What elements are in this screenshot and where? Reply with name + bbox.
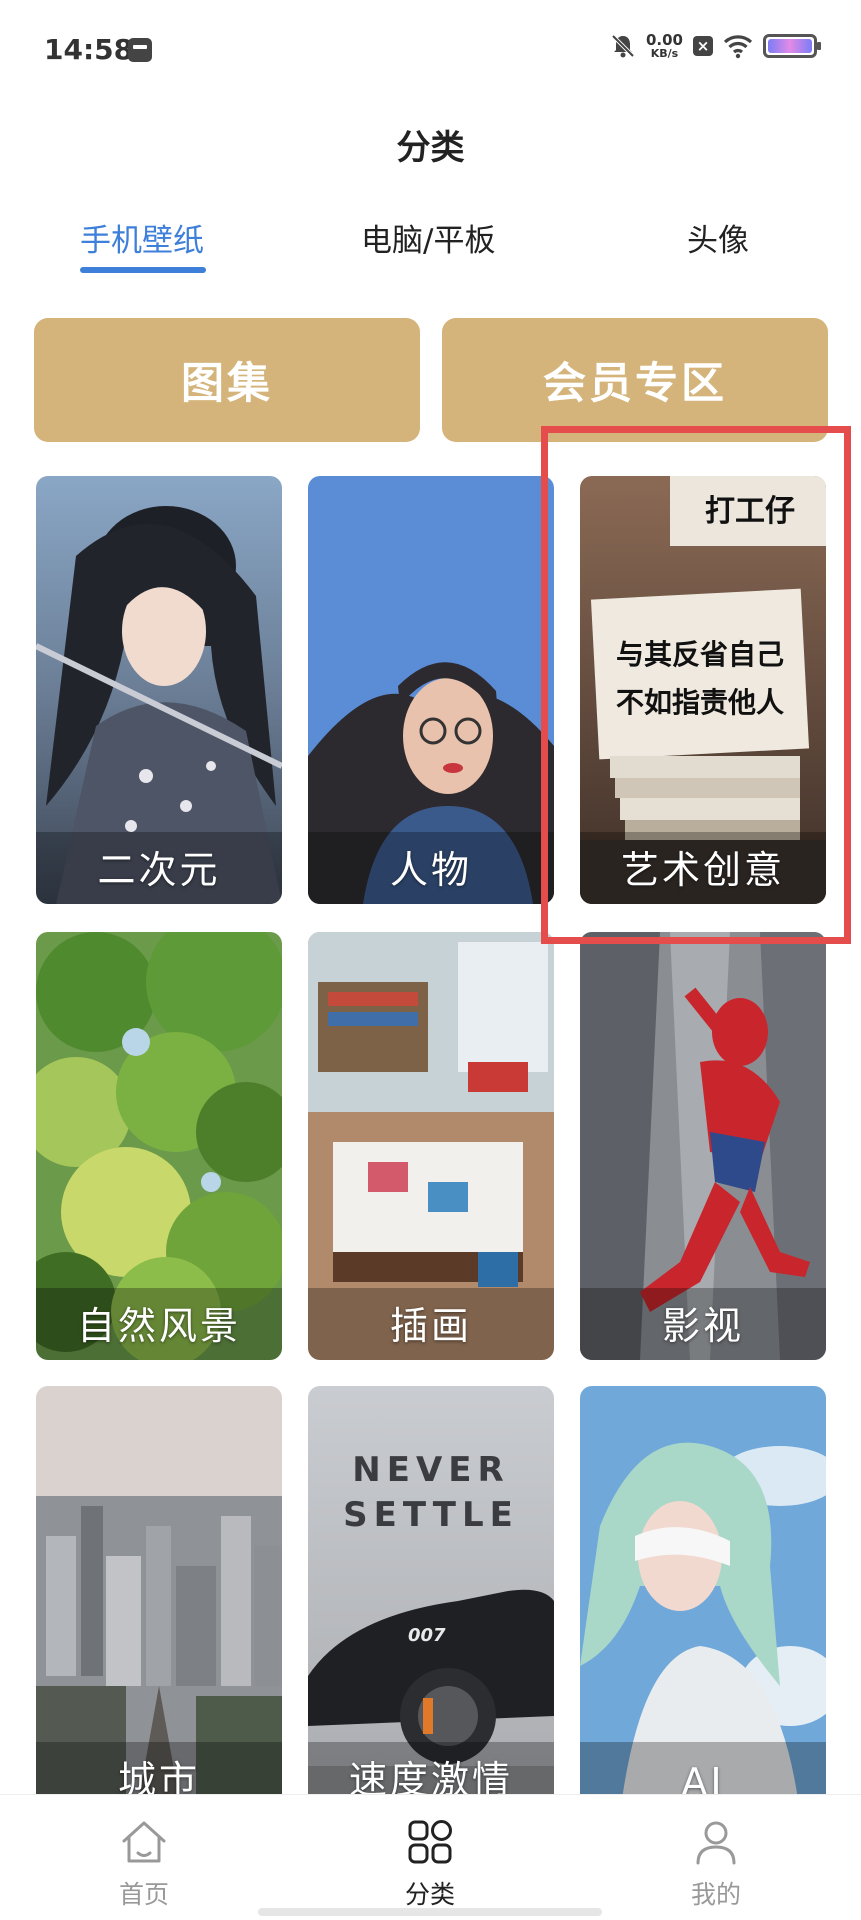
no-signal-icon: × xyxy=(693,36,713,56)
category-card-illustration[interactable]: 插画 xyxy=(308,932,554,1360)
category-card-people[interactable]: 人物 xyxy=(308,476,554,904)
calligraphy-line-2: 不如指责他人 xyxy=(616,686,784,719)
gallery-button[interactable]: 图集 xyxy=(34,318,420,442)
user-icon xyxy=(696,1821,736,1865)
wifi-icon xyxy=(723,35,753,59)
nav-item-category[interactable]: 分类 xyxy=(370,1817,490,1911)
car-text-line-2: SETTLE xyxy=(343,1495,519,1535)
battery-icon xyxy=(763,34,821,58)
bell-muted-icon xyxy=(611,34,635,58)
category-card-ai[interactable]: AI xyxy=(580,1386,826,1814)
home-icon xyxy=(122,1821,166,1863)
nav-label-category: 分类 xyxy=(404,1880,455,1909)
sim-card-icon xyxy=(128,38,152,62)
tab-pc-tablet[interactable]: 电脑/平板 xyxy=(361,215,495,260)
status-indicators: 0.00 KB/s × xyxy=(610,31,821,60)
category-card-nature[interactable]: 自然风景 xyxy=(36,932,282,1360)
vip-zone-button[interactable]: 会员专区 xyxy=(442,318,828,442)
network-speed-unit: KB/s xyxy=(650,47,679,60)
sign-top-text: 打工仔 xyxy=(705,494,795,529)
tab-avatar[interactable]: 头像 xyxy=(687,215,749,260)
category-label: 自然风景 xyxy=(76,1304,241,1348)
status-bar: 14:58 0.00 KB/s × xyxy=(0,0,861,100)
page-title: 分类 xyxy=(396,128,465,168)
network-speed: 0.00 KB/s xyxy=(645,31,683,60)
category-card-film-tv[interactable]: 影视 xyxy=(580,932,826,1360)
calligraphy-line-1: 与其反省自己 xyxy=(616,638,784,671)
status-time: 14:58 xyxy=(44,33,134,66)
tab-phone-wallpaper[interactable]: 手机壁纸 xyxy=(80,215,204,260)
category-tabs: 手机壁纸 电脑/平板 头像 xyxy=(0,215,861,275)
battery-level xyxy=(768,39,812,53)
active-tab-underline xyxy=(80,267,206,273)
car-number: 007 xyxy=(408,1625,446,1646)
nav-item-mine[interactable]: 我的 xyxy=(656,1817,776,1911)
category-label: 二次元 xyxy=(97,848,221,892)
nav-label-mine: 我的 xyxy=(690,1880,741,1909)
category-label: 人物 xyxy=(389,848,472,892)
category-label: 影视 xyxy=(661,1304,744,1348)
network-speed-value: 0.00 xyxy=(645,31,683,49)
nav-item-home[interactable]: 首页 xyxy=(84,1817,204,1911)
category-card-art-creative[interactable]: 打工仔 与其反省自己 不如指责他人 艺术创意 xyxy=(580,476,826,904)
category-label: 艺术创意 xyxy=(620,848,785,892)
car-text-line-1: NEVER xyxy=(352,1450,509,1490)
nav-label-home: 首页 xyxy=(118,1880,169,1909)
bottom-navigation: 首页 分类 我的 xyxy=(0,1794,861,1920)
category-label: 插画 xyxy=(389,1304,472,1348)
home-indicator[interactable] xyxy=(258,1908,602,1916)
category-card-city[interactable]: 城市 xyxy=(36,1386,282,1814)
grid-icon xyxy=(408,1820,452,1864)
category-card-anime[interactable]: 二次元 xyxy=(36,476,282,904)
category-card-speed[interactable]: NEVER SETTLE 007 速度激情 xyxy=(308,1386,554,1814)
